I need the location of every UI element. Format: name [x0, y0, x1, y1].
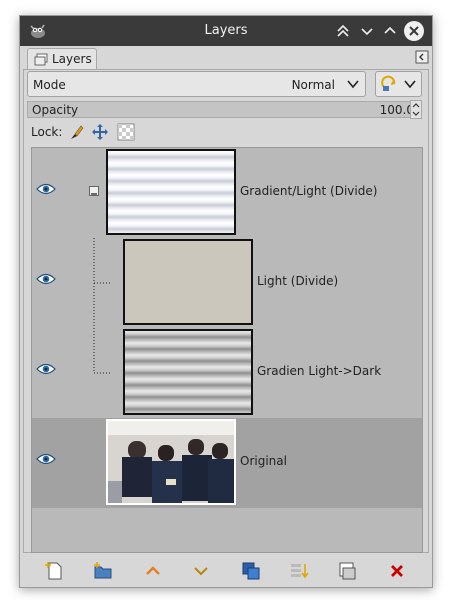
- layers-window: Layers Layers Mode Normal Opacity 100.0 …: [19, 15, 433, 588]
- layer-row-selected[interactable]: Original: [32, 418, 422, 508]
- delete-layer-icon[interactable]: [386, 560, 408, 582]
- collapse-toggle[interactable]: [89, 186, 99, 196]
- layer-thumbnail: [106, 419, 236, 505]
- minimize-icon[interactable]: [357, 21, 377, 41]
- new-layer-group-icon[interactable]: [92, 560, 114, 582]
- layer-thumbnail: [123, 239, 253, 325]
- mode-label: Mode: [33, 78, 66, 92]
- layer-name: Light (Divide): [257, 274, 339, 288]
- merge-layer-icon[interactable]: [288, 560, 310, 582]
- close-icon: [409, 26, 419, 36]
- opacity-label: Opacity: [32, 103, 79, 117]
- lower-layer-icon[interactable]: [190, 560, 212, 582]
- layer-name: Gradien Light->Dark: [257, 364, 382, 378]
- new-layer-icon[interactable]: [44, 560, 66, 582]
- mode-switch-icon: [381, 75, 396, 91]
- layer-row[interactable]: Gradien Light->Dark: [32, 328, 422, 418]
- eye-icon[interactable]: [36, 182, 56, 196]
- keep-above-icon[interactable]: [333, 21, 353, 41]
- dock-tabs: Layers: [23, 48, 430, 70]
- chevron-down-icon: [404, 80, 416, 89]
- eye-icon[interactable]: [36, 362, 56, 376]
- eye-icon[interactable]: [36, 272, 56, 286]
- raise-layer-icon[interactable]: [142, 560, 164, 582]
- layer-thumbnail: [106, 149, 236, 235]
- lock-label: Lock:: [31, 125, 63, 139]
- lock-pixels-icon[interactable]: [67, 123, 85, 141]
- layers-list[interactable]: Gradient/Light (Divide) Light (Divide) G…: [31, 147, 423, 553]
- tab-layers[interactable]: Layers: [27, 48, 97, 70]
- tab-menu-icon[interactable]: [415, 50, 429, 64]
- lock-alpha-icon[interactable]: [117, 123, 135, 141]
- spin-arrows-icon: [412, 103, 420, 116]
- opacity-spinner[interactable]: [410, 100, 422, 119]
- layer-actions-bar: [20, 556, 432, 586]
- photo-thumbnail: [108, 421, 234, 503]
- mode-value: Normal: [291, 78, 335, 92]
- layers-icon: [34, 53, 48, 66]
- tab-label: Layers: [52, 52, 92, 66]
- mode-switch-button[interactable]: [375, 71, 422, 97]
- title-bar: Layers: [20, 16, 432, 46]
- opacity-value: 100.0: [379, 103, 414, 117]
- layer-thumbnail: [123, 329, 253, 415]
- chevron-down-icon: [347, 80, 359, 89]
- eye-icon[interactable]: [36, 452, 56, 466]
- layer-name: Gradient/Light (Divide): [240, 184, 378, 198]
- layer-row[interactable]: Light (Divide): [32, 238, 422, 328]
- duplicate-layer-icon[interactable]: [240, 560, 262, 582]
- opacity-field[interactable]: Opacity 100.0: [27, 101, 419, 118]
- close-button[interactable]: [404, 21, 424, 41]
- layer-name: Original: [240, 454, 287, 468]
- lock-position-icon[interactable]: [91, 123, 109, 141]
- lock-row: Lock:: [31, 123, 231, 143]
- layer-row[interactable]: Gradient/Light (Divide): [32, 148, 422, 238]
- mode-select[interactable]: Mode Normal: [27, 71, 366, 97]
- layer-mask-icon[interactable]: [336, 560, 358, 582]
- maximize-icon[interactable]: [380, 21, 400, 41]
- minus-icon: [91, 193, 97, 195]
